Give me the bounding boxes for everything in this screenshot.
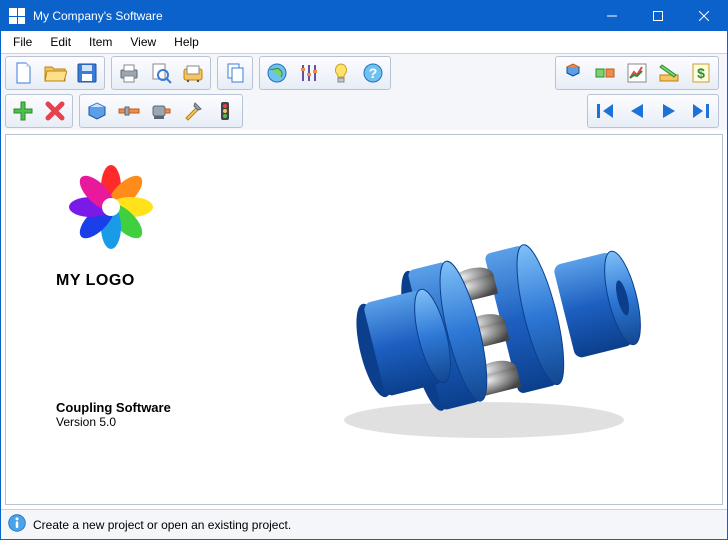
box3d-icon[interactable] <box>81 96 113 126</box>
save-disk-icon[interactable] <box>71 58 103 88</box>
title-bar: My Company's Software <box>1 1 727 31</box>
x-red-icon[interactable] <box>39 96 71 126</box>
nav-prev-icon[interactable] <box>621 96 653 126</box>
nav-next-icon[interactable] <box>653 96 685 126</box>
svg-text:$: $ <box>697 65 705 81</box>
status-bar: Create a new project or open an existing… <box>1 509 727 539</box>
cube-stack-icon[interactable] <box>557 58 589 88</box>
info-icon <box>7 513 27 536</box>
coupling-render-icon <box>314 190 654 450</box>
help-question-icon[interactable]: ? <box>357 58 389 88</box>
open-folder-icon[interactable] <box>39 58 71 88</box>
toolbar-area: ? $ <box>1 54 727 130</box>
maximize-button[interactable] <box>635 1 681 31</box>
status-message: Create a new project or open an existing… <box>33 518 291 532</box>
product-version: Version 5.0 <box>56 415 266 429</box>
content-area: MY LOGO Coupling Software Version 5.0 <box>5 134 723 505</box>
logo: MY LOGO <box>56 165 266 290</box>
motor-icon[interactable] <box>145 96 177 126</box>
window-title: My Company's Software <box>33 9 589 23</box>
menu-edit[interactable]: Edit <box>42 33 79 51</box>
rolodex-icon[interactable] <box>177 58 209 88</box>
app-icon <box>9 8 25 24</box>
logo-text: MY LOGO <box>56 272 266 290</box>
cube-row-icon[interactable] <box>589 58 621 88</box>
nav-first-icon[interactable] <box>589 96 621 126</box>
close-button[interactable] <box>681 1 727 31</box>
chart-icon[interactable] <box>621 58 653 88</box>
shaft-icon[interactable] <box>113 96 145 126</box>
menu-item[interactable]: Item <box>81 33 120 51</box>
screwdriver-wrench-icon[interactable] <box>177 96 209 126</box>
toolbar-row-1: ? $ <box>1 54 727 92</box>
pencil-ruler-icon[interactable] <box>653 58 685 88</box>
logo-flower-icon <box>56 165 186 265</box>
menu-file[interactable]: File <box>5 33 40 51</box>
plus-icon[interactable] <box>7 96 39 126</box>
product-name: Coupling Software <box>56 400 266 415</box>
printer-icon[interactable] <box>113 58 145 88</box>
splash-left: MY LOGO Coupling Software Version 5.0 <box>26 155 266 484</box>
nav-last-icon[interactable] <box>685 96 717 126</box>
copy-pages-icon[interactable] <box>219 58 251 88</box>
menu-view[interactable]: View <box>122 33 164 51</box>
minimize-button[interactable] <box>589 1 635 31</box>
splash-right <box>266 155 702 484</box>
dollar-icon[interactable]: $ <box>685 58 717 88</box>
magnifier-icon[interactable] <box>145 58 177 88</box>
toolbar-row-2 <box>1 92 727 130</box>
menu-help[interactable]: Help <box>166 33 207 51</box>
new-file-icon[interactable] <box>7 58 39 88</box>
lightbulb-icon[interactable] <box>325 58 357 88</box>
equalizer-icon[interactable] <box>293 58 325 88</box>
traffic-light-icon[interactable] <box>209 96 241 126</box>
menu-bar: File Edit Item View Help <box>1 31 727 54</box>
window-controls <box>589 1 727 31</box>
svg-text:?: ? <box>369 65 378 81</box>
globe-icon[interactable] <box>261 58 293 88</box>
